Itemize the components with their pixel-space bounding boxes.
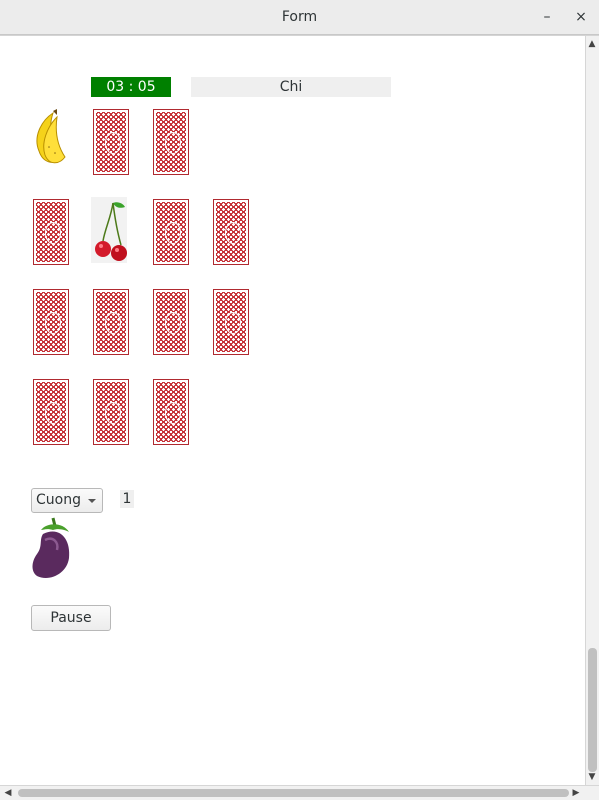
- card-back-icon: [36, 202, 66, 262]
- vertical-scroll-thumb[interactable]: [588, 648, 597, 772]
- card-back[interactable]: [153, 109, 189, 175]
- vertical-scrollbar[interactable]: ▲ ▼: [585, 36, 599, 785]
- player-select[interactable]: Cuong: [31, 488, 103, 513]
- horizontal-scrollbar[interactable]: ◀ ▶: [0, 785, 599, 800]
- card-back-icon: [156, 202, 186, 262]
- scroll-up-icon[interactable]: ▲: [586, 38, 598, 50]
- banana-icon: [36, 109, 66, 164]
- card-banana[interactable]: [31, 107, 67, 173]
- divider: [0, 35, 599, 36]
- timer-display: 03 : 05: [91, 77, 171, 97]
- minimize-button[interactable]: –: [536, 6, 558, 28]
- card-back[interactable]: [33, 289, 69, 355]
- card-back[interactable]: [93, 289, 129, 355]
- title-bar: Form – ×: [0, 0, 599, 35]
- card-back-icon: [216, 202, 246, 262]
- card-back[interactable]: [93, 109, 129, 175]
- score-label: 1: [120, 490, 134, 508]
- card-back-icon: [96, 292, 126, 352]
- card-cherry[interactable]: [91, 197, 127, 263]
- cherry-icon: [95, 202, 127, 261]
- card-back-icon: [36, 292, 66, 352]
- pause-button[interactable]: Pause: [31, 605, 111, 631]
- card-back[interactable]: [213, 289, 249, 355]
- card-back-icon: [156, 382, 186, 442]
- last-matched-card: [29, 514, 73, 582]
- horizontal-scroll-thumb[interactable]: [18, 789, 569, 797]
- current-player-label: Chi: [191, 77, 391, 97]
- card-back[interactable]: [213, 199, 249, 265]
- dropdown-arrow-icon: [88, 499, 96, 503]
- card-back[interactable]: [33, 379, 69, 445]
- window-title: Form: [281, 9, 318, 25]
- player-select-value: Cuong: [36, 492, 81, 508]
- card-back-icon: [96, 382, 126, 442]
- eggplant-icon: [32, 517, 70, 578]
- card-back-icon: [156, 292, 186, 352]
- scroll-left-icon[interactable]: ◀: [2, 787, 14, 799]
- card-back[interactable]: [153, 379, 189, 445]
- card-back-icon: [156, 112, 186, 172]
- card-back[interactable]: [153, 289, 189, 355]
- card-back[interactable]: [93, 379, 129, 445]
- scroll-right-icon[interactable]: ▶: [570, 787, 582, 799]
- card-back[interactable]: [33, 199, 69, 265]
- scroll-down-icon[interactable]: ▼: [586, 771, 598, 783]
- card-back[interactable]: [153, 199, 189, 265]
- close-button[interactable]: ×: [570, 6, 592, 28]
- card-back-icon: [216, 292, 246, 352]
- card-back-icon: [96, 112, 126, 172]
- card-back-icon: [36, 382, 66, 442]
